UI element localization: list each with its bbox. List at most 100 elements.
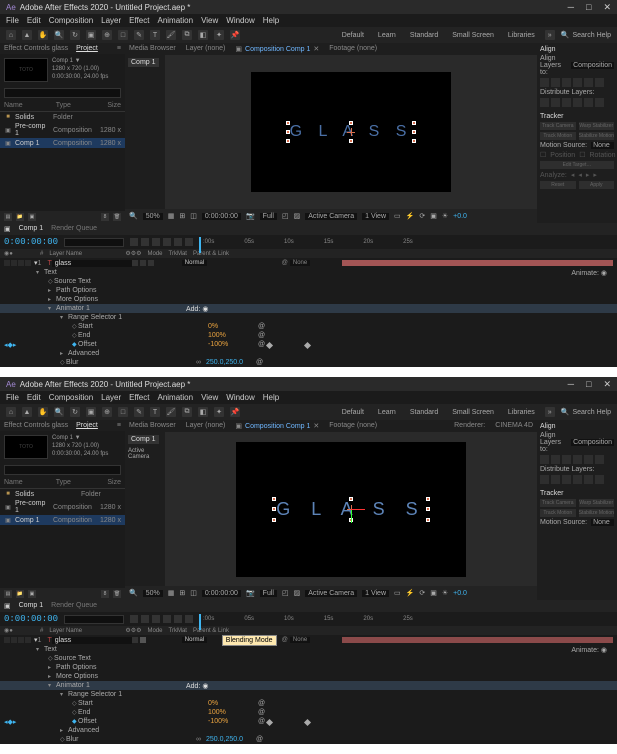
timeline-icon[interactable]: ▣	[4, 602, 11, 610]
layer-row-glass[interactable]: ▾ 1 T glass Normal @None	[0, 258, 617, 268]
distribute-icon[interactable]	[562, 475, 571, 484]
add-property-button[interactable]: Add: ◉	[186, 682, 208, 690]
mode-header[interactable]: Mode	[147, 628, 162, 634]
tab-render-queue[interactable]: Render Queue	[51, 602, 97, 610]
search-help[interactable]: 🔍Search Help	[561, 408, 611, 416]
col-type[interactable]: Type	[56, 102, 108, 109]
handle-icon[interactable]	[412, 121, 416, 125]
tab-footage[interactable]: Footage (none)	[329, 45, 377, 53]
layer-bar[interactable]	[342, 260, 613, 266]
twirl-icon[interactable]: ▾	[36, 646, 44, 653]
animate-add-icon[interactable]: ◉	[601, 647, 607, 654]
pen-tool-icon[interactable]: ✎	[134, 407, 144, 417]
menu-effect[interactable]: Effect	[129, 16, 149, 25]
prop-source-text[interactable]: Source Text	[54, 278, 184, 285]
keyframe-icon[interactable]	[304, 718, 311, 725]
twirl-icon[interactable]: ▾	[60, 691, 68, 698]
stabilize-motion-button[interactable]: Stabilize Motion	[579, 132, 615, 140]
motion-source-dropdown[interactable]: None	[591, 142, 614, 149]
camera-tool-icon[interactable]: ▣	[86, 407, 96, 417]
align-left-icon[interactable]	[540, 78, 549, 87]
distribute-icon[interactable]	[573, 475, 582, 484]
handle-icon[interactable]	[412, 130, 416, 134]
video-toggle-icon[interactable]	[4, 260, 10, 266]
prop-offset[interactable]: Offset	[78, 718, 208, 725]
home-icon[interactable]: ⌂	[6, 30, 16, 40]
prop-start-value[interactable]: 0%	[208, 700, 258, 707]
track-camera-button[interactable]: Track Camera	[540, 122, 576, 130]
video-toggle-icon[interactable]	[4, 637, 10, 643]
zoom-dropdown[interactable]: 50%	[143, 590, 163, 597]
menu-file[interactable]: File	[6, 393, 19, 402]
distribute-icon[interactable]	[562, 98, 571, 107]
prop-advanced[interactable]: Advanced	[68, 727, 198, 734]
twirl-icon[interactable]: ▸	[60, 727, 68, 734]
roi-icon[interactable]: ◰	[282, 589, 289, 597]
twirl-icon[interactable]: ▸	[48, 664, 56, 671]
pan-behind-tool-icon[interactable]: ⊕	[102, 407, 112, 417]
layer-bar[interactable]	[342, 637, 613, 643]
prop-source-text[interactable]: Source Text	[54, 655, 184, 662]
camera-dropdown[interactable]: Active Camera	[305, 590, 357, 597]
twirl-icon[interactable]: ▸	[60, 350, 68, 357]
panel-menu-icon[interactable]: ≡	[117, 45, 121, 52]
menu-edit[interactable]: Edit	[27, 16, 41, 25]
bpc-icon[interactable]: 8	[101, 590, 109, 598]
pickwhip-icon[interactable]: @	[282, 260, 288, 266]
twirl-icon[interactable]: ▾	[36, 269, 44, 276]
renderer-value[interactable]: CINEMA 4D	[495, 422, 533, 430]
twirl-icon[interactable]: ▾	[48, 682, 56, 689]
workspace-more-icon[interactable]: »	[545, 30, 555, 40]
exposure-value[interactable]: +0.0	[453, 590, 467, 597]
timeline-icon[interactable]: ⟳	[419, 212, 425, 220]
resolution-dropdown[interactable]: Full	[260, 213, 277, 220]
align-vcenter-icon[interactable]	[584, 455, 593, 464]
menu-layer[interactable]: Layer	[101, 16, 121, 25]
distribute-icon[interactable]	[584, 98, 593, 107]
resolution-dropdown[interactable]: Full	[260, 590, 277, 597]
prop-blur[interactable]: Blur	[66, 359, 196, 366]
stabilize-motion-button[interactable]: Stabilize Motion	[579, 509, 615, 517]
tab-composition[interactable]: ▣Composition Comp 1✕	[235, 422, 319, 430]
align-top-icon[interactable]	[573, 78, 582, 87]
distribute-icon[interactable]	[595, 98, 604, 107]
close-button[interactable]: ✕	[603, 379, 611, 390]
track-motion-button[interactable]: Track Motion	[540, 509, 576, 517]
twirl-icon[interactable]: ▾	[48, 305, 56, 312]
solo-toggle-icon[interactable]	[18, 637, 24, 643]
prop-end[interactable]: End	[78, 709, 208, 716]
rotate-tool-icon[interactable]: ↻	[70, 30, 80, 40]
fast-preview-icon[interactable]: ⚡	[406, 212, 415, 220]
anchor-point-icon[interactable]	[347, 128, 355, 136]
tab-comp1-timeline[interactable]: Comp 1	[19, 225, 44, 233]
handle-icon[interactable]	[272, 497, 276, 501]
blend-mode-dropdown[interactable]: Normal	[182, 260, 207, 266]
warp-stabilizer-button[interactable]: Warp Stabilizer	[579, 499, 615, 507]
resolution-icon[interactable]: ▦	[168, 589, 175, 597]
magnification-icon[interactable]: 🔍	[129, 212, 138, 220]
prop-advanced[interactable]: Advanced	[68, 350, 198, 357]
menu-composition[interactable]: Composition	[49, 393, 93, 402]
motion-blur-icon[interactable]	[174, 238, 182, 246]
time-ruler[interactable]: :00s 05s 10s 15s 20s 25s	[199, 239, 613, 245]
prop-blur[interactable]: Blur	[66, 736, 196, 743]
workspace-small[interactable]: Small Screen	[448, 32, 498, 39]
comp-thumbnail[interactable]: TOTO	[4, 58, 48, 82]
exposure-value[interactable]: +0.0	[453, 213, 467, 220]
solo-toggle-icon[interactable]	[18, 260, 24, 266]
warp-stabilizer-button[interactable]: Warp Stabilizer	[579, 122, 615, 130]
project-search-input[interactable]	[4, 88, 121, 98]
parent-dropdown[interactable]: None	[290, 637, 310, 643]
expression-pickwhip-icon[interactable]: @	[258, 718, 265, 725]
prop-more-options[interactable]: More Options	[56, 673, 186, 680]
text-tool-icon[interactable]: T	[150, 407, 160, 417]
grid-icon[interactable]: ⊞	[179, 212, 185, 220]
tab-effect-controls[interactable]: Effect Controls glass	[4, 422, 68, 429]
tab-layer[interactable]: Layer (none)	[186, 422, 226, 430]
shy-icon[interactable]	[152, 238, 160, 246]
layer-row-glass[interactable]: ▾ 1 T glass Normal Blending Mode @None	[0, 635, 617, 645]
trash-icon[interactable]: 🗑	[113, 213, 121, 221]
menu-animation[interactable]: Animation	[157, 16, 193, 25]
prop-offset-value[interactable]: -100%	[208, 718, 258, 725]
distribute-icon[interactable]	[540, 475, 549, 484]
